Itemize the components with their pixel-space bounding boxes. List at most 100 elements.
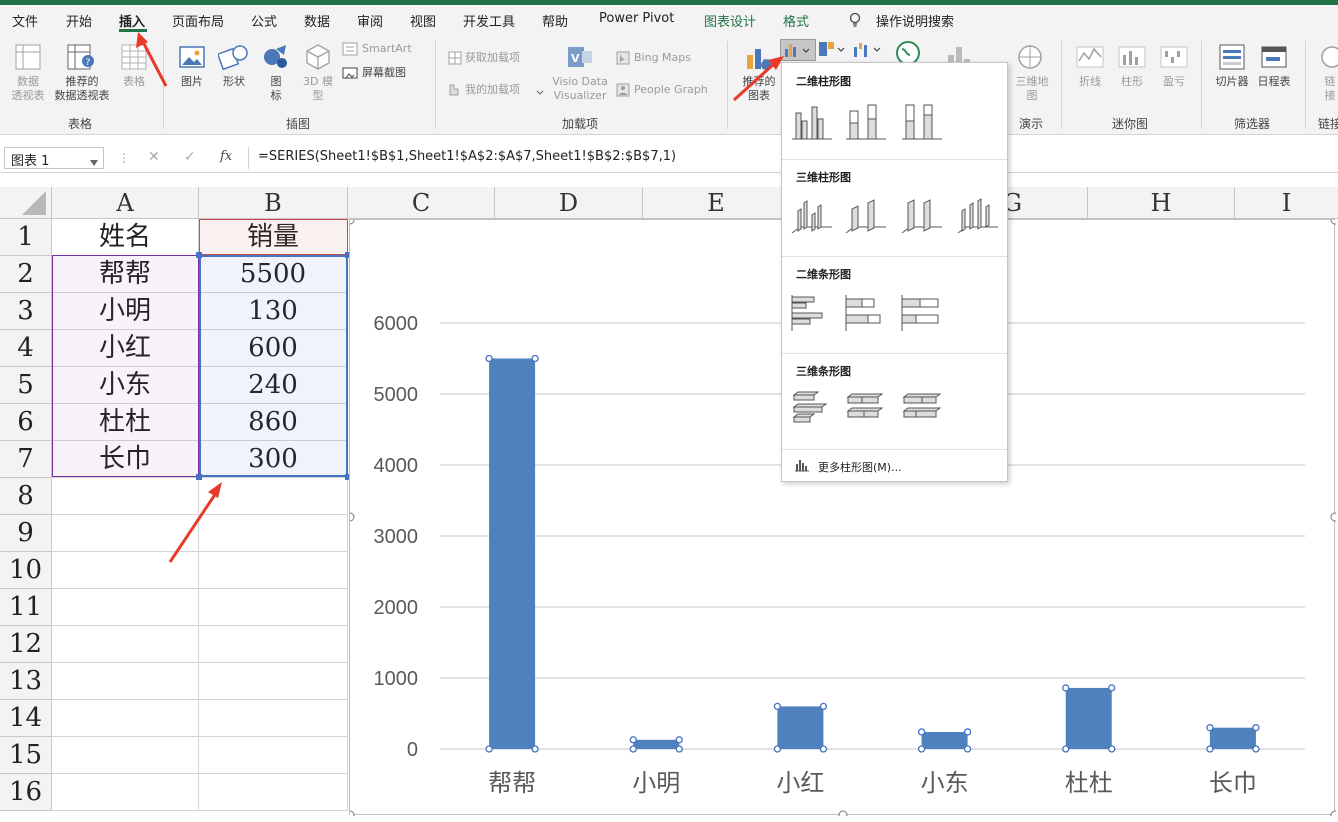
clustered-bar-option[interactable] xyxy=(790,291,834,335)
cell-b14[interactable] xyxy=(199,700,348,737)
waterfall-chart-icon[interactable] xyxy=(852,41,882,62)
cell-a12[interactable] xyxy=(52,626,199,663)
tab-format[interactable]: 格式 xyxy=(783,11,809,30)
3d-clustered-column-option[interactable] xyxy=(790,193,834,237)
row-header-3[interactable]: 3 xyxy=(0,293,52,330)
tab-data[interactable]: 数据 xyxy=(304,11,330,30)
bing-maps-icon[interactable] xyxy=(616,51,630,68)
range-handle[interactable] xyxy=(196,252,202,258)
screenshot-icon[interactable] xyxy=(342,66,358,83)
row-header-12[interactable]: 12 xyxy=(0,626,52,663)
slicer-icon[interactable] xyxy=(1218,43,1246,74)
column-header-a[interactable]: A xyxy=(52,187,199,219)
tab-formulas[interactable]: 公式 xyxy=(251,11,277,30)
people-graph-icon[interactable] xyxy=(616,83,630,100)
row-header-10[interactable]: 10 xyxy=(0,552,52,589)
tab-page-layout[interactable]: 页面布局 xyxy=(172,11,224,30)
row-header-4[interactable]: 4 xyxy=(0,330,52,367)
row-header-14[interactable]: 14 xyxy=(0,700,52,737)
sparkline-column-icon[interactable] xyxy=(1118,43,1146,74)
tab-help[interactable]: 帮助 xyxy=(542,11,568,30)
visio-icon[interactable]: V xyxy=(566,43,594,74)
get-addins-icon[interactable] xyxy=(448,51,462,68)
row-header-8[interactable]: 8 xyxy=(0,478,52,515)
cell-b13[interactable] xyxy=(199,663,348,700)
stacked-column-option[interactable] xyxy=(844,99,888,143)
tab-home[interactable]: 开始 xyxy=(66,11,92,30)
picture-icon[interactable] xyxy=(178,43,206,74)
formula-input[interactable]: =SERIES(Sheet1!$B$1,Sheet1!$A$2:$A$7,She… xyxy=(258,149,676,164)
cell-a1[interactable]: 姓名 xyxy=(52,219,199,256)
cell-a11[interactable] xyxy=(52,589,199,626)
column-header-i[interactable]: I xyxy=(1235,187,1338,219)
row-header-11[interactable]: 11 xyxy=(0,589,52,626)
100-stacked-column-option[interactable] xyxy=(900,99,944,143)
tab-file[interactable]: 文件 xyxy=(12,11,38,30)
3d-100-stacked-column-option[interactable] xyxy=(900,193,944,237)
timeline-icon[interactable] xyxy=(1260,43,1288,74)
shapes-icon[interactable] xyxy=(216,43,250,74)
tab-chart-design[interactable]: 图表设计 xyxy=(704,11,756,30)
row-header-2[interactable]: 2 xyxy=(0,256,52,293)
smartart-icon[interactable] xyxy=(342,42,358,59)
insert-function-icon[interactable]: fx xyxy=(220,149,232,164)
3d-stacked-bar-option[interactable] xyxy=(844,387,888,431)
cell-b15[interactable] xyxy=(199,737,348,774)
bar[interactable] xyxy=(1065,687,1112,749)
row-header-16[interactable]: 16 xyxy=(0,774,52,811)
column-header-b[interactable]: B xyxy=(199,187,348,219)
row-header-1[interactable]: 1 xyxy=(0,219,52,256)
bar[interactable] xyxy=(921,731,968,749)
3d-stacked-column-option[interactable] xyxy=(844,193,888,237)
cell-a16[interactable] xyxy=(52,774,199,811)
100-stacked-bar-option[interactable] xyxy=(900,291,944,335)
recommended-pivot-icon[interactable]: ? xyxy=(66,43,96,74)
cell-a13[interactable] xyxy=(52,663,199,700)
link-icon[interactable] xyxy=(1318,43,1338,74)
cancel-icon[interactable]: ✕ xyxy=(148,149,160,165)
column-header-e[interactable]: E xyxy=(643,187,790,219)
hierarchy-chart-icon[interactable] xyxy=(818,41,846,62)
tell-me-search[interactable]: 操作说明搜索 xyxy=(876,11,954,30)
bar[interactable] xyxy=(777,706,824,749)
3d-clustered-bar-option[interactable] xyxy=(790,387,834,431)
cell-b11[interactable] xyxy=(199,589,348,626)
row-header-13[interactable]: 13 xyxy=(0,663,52,700)
tab-power-pivot[interactable]: Power Pivot xyxy=(599,11,674,26)
column-header-c[interactable]: C xyxy=(348,187,495,219)
3d-column-option[interactable] xyxy=(956,193,1000,237)
row-header-7[interactable]: 7 xyxy=(0,441,52,478)
cell-a15[interactable] xyxy=(52,737,199,774)
pivot-table-icon[interactable] xyxy=(14,43,42,74)
tab-view[interactable]: 视图 xyxy=(410,11,436,30)
row-header-15[interactable]: 15 xyxy=(0,737,52,774)
sparkline-winloss-icon[interactable] xyxy=(1160,43,1188,74)
3d-100-stacked-bar-option[interactable] xyxy=(900,387,944,431)
column-header-h[interactable]: H xyxy=(1088,187,1235,219)
select-all-corner[interactable] xyxy=(0,187,52,219)
cell-b12[interactable] xyxy=(199,626,348,663)
icons-icon[interactable] xyxy=(262,43,290,74)
chevron-down-icon[interactable] xyxy=(90,155,98,169)
row-header-9[interactable]: 9 xyxy=(0,515,52,552)
cell-b16[interactable] xyxy=(199,774,348,811)
row-header-5[interactable]: 5 xyxy=(0,367,52,404)
name-box[interactable]: 图表 1 xyxy=(4,147,104,169)
cell-a14[interactable] xyxy=(52,700,199,737)
enter-icon[interactable]: ✓ xyxy=(184,149,196,165)
more-column-charts-option[interactable]: 更多柱形图(M)... xyxy=(818,459,902,475)
column-header-d[interactable]: D xyxy=(495,187,643,219)
tab-review[interactable]: 审阅 xyxy=(357,11,383,30)
bar[interactable] xyxy=(633,739,680,749)
row-header-6[interactable]: 6 xyxy=(0,404,52,441)
3d-model-icon[interactable] xyxy=(304,43,332,74)
3d-map-icon[interactable] xyxy=(1016,43,1044,74)
chevron-down-icon[interactable] xyxy=(536,85,544,99)
my-addins-icon[interactable] xyxy=(448,83,462,100)
clustered-column-option[interactable] xyxy=(790,99,834,143)
stacked-bar-option[interactable] xyxy=(844,291,888,335)
bar[interactable] xyxy=(1209,727,1256,749)
sparkline-line-icon[interactable] xyxy=(1076,43,1104,74)
tab-developer[interactable]: 开发工具 xyxy=(463,11,515,30)
bar[interactable] xyxy=(489,358,536,750)
